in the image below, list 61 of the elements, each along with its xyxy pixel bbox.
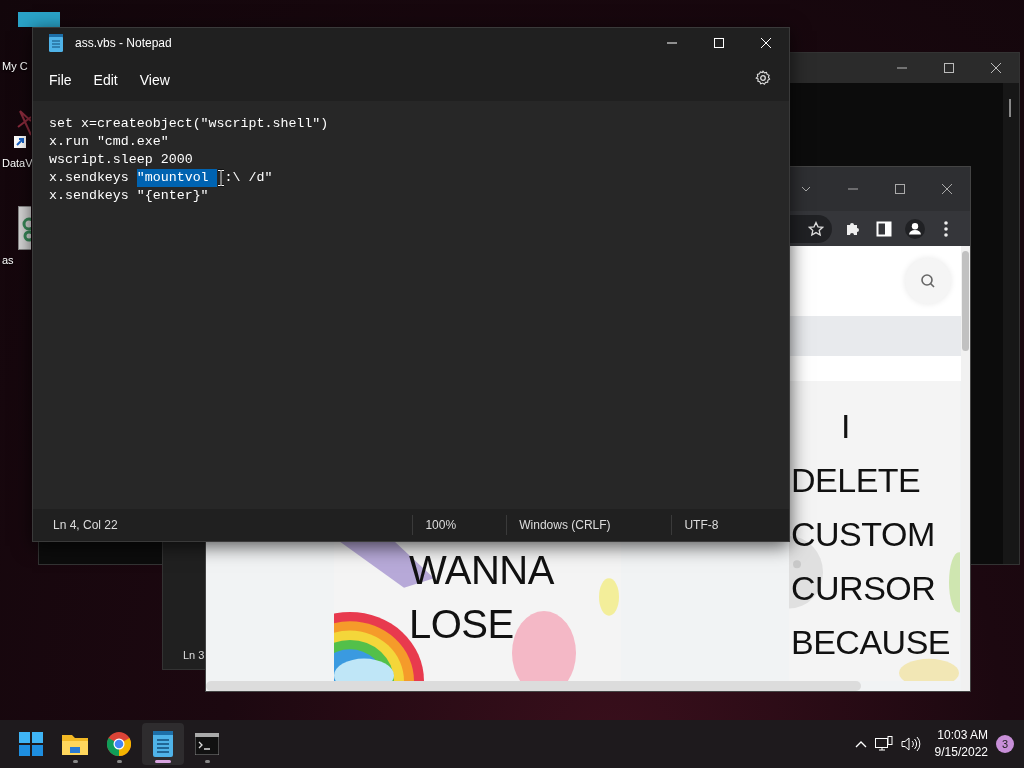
network-icon[interactable] [874, 736, 893, 752]
notification-badge[interactable]: 3 [996, 735, 1014, 753]
address-bar[interactable] [790, 214, 832, 243]
desktop-icon-label[interactable]: as [2, 254, 14, 266]
settings-icon[interactable] [755, 69, 771, 86]
content-card[interactable]: I DELETE CUSTOM CURSOR BECAUSE [789, 381, 960, 681]
search-icon[interactable] [920, 273, 936, 289]
code-line: x.sendkeys "{enter}" [49, 187, 209, 205]
menu-icon[interactable] [944, 220, 948, 237]
notepad-icon [153, 731, 173, 757]
text-cursor-icon [216, 169, 225, 187]
status-text: Ln 3 [182, 649, 206, 663]
side-panel-icon[interactable] [876, 220, 892, 237]
chrome-icon [107, 732, 131, 756]
window-title: ass.vbs - Notepad [75, 36, 173, 50]
maximize-icon[interactable] [942, 62, 955, 74]
desktop-icon-label[interactable]: My C [2, 60, 28, 72]
clock-date[interactable]: 9/15/2022 [934, 744, 988, 761]
poster-word: I [841, 406, 850, 447]
scrollbar-thumb[interactable] [206, 681, 861, 691]
menu-item[interactable]: Edit [85, 65, 126, 94]
terminal-icon [195, 733, 219, 755]
content-card[interactable]: WANNA LOSE [334, 541, 621, 681]
star-icon[interactable] [808, 220, 824, 237]
code-line: set x=createobject("wscript.shell") [49, 115, 329, 133]
code-line: :\ /d" [224, 169, 273, 187]
maximize-icon[interactable] [893, 183, 906, 195]
menu-item[interactable]: File [41, 65, 80, 94]
windows-logo-icon [19, 732, 43, 756]
code-line: x.sendkeys [49, 169, 130, 187]
poster-word: WANNA [409, 547, 554, 594]
taskbar-button[interactable] [142, 723, 184, 765]
close-icon[interactable] [989, 62, 1002, 74]
close-icon[interactable] [940, 183, 953, 195]
poster-word: LOSE [409, 601, 515, 648]
menu-item[interactable]: View [131, 65, 178, 94]
desktop-icon-label[interactable]: DataV [2, 157, 33, 169]
poster-word: DELETE [791, 460, 921, 501]
chevron-up-icon[interactable] [854, 740, 867, 748]
selected-text: "mountvol [136, 169, 217, 187]
profile-icon[interactable] [905, 217, 925, 240]
code-line: wscript.sleep 2000 [49, 151, 193, 169]
scrollbar-thumb[interactable] [1009, 99, 1011, 117]
status-text: Windows (CRLF) [506, 515, 672, 535]
clock-time[interactable]: 10:03 AM [937, 727, 988, 744]
text-editor[interactable]: set x=createobject("wscript.shell") x.run "cmd.exe" wscript.sleep 2000 x.sendkeys "mountvol :\ /d" x.sendkeys "{enter}" [33, 101, 789, 509]
poster-word: BECAUSE [791, 622, 950, 663]
scrollbar-thumb[interactable] [962, 251, 969, 351]
speaker-icon[interactable] [900, 736, 921, 752]
extensions-icon[interactable] [845, 220, 861, 237]
script-file-icon [18, 206, 31, 250]
folder-icon [62, 733, 88, 755]
notepad-icon [49, 34, 63, 52]
search-button[interactable] [905, 258, 951, 304]
poster-word: CURSOR [791, 568, 936, 609]
poster-word: CUSTOM [791, 514, 935, 555]
monitor-icon [18, 12, 60, 27]
status-text: 100% [412, 515, 507, 535]
status-text: Ln 4, Col 22 [53, 517, 119, 534]
code-line: x.run "cmd.exe" [49, 133, 169, 151]
status-text: UTF-8 [671, 515, 789, 535]
